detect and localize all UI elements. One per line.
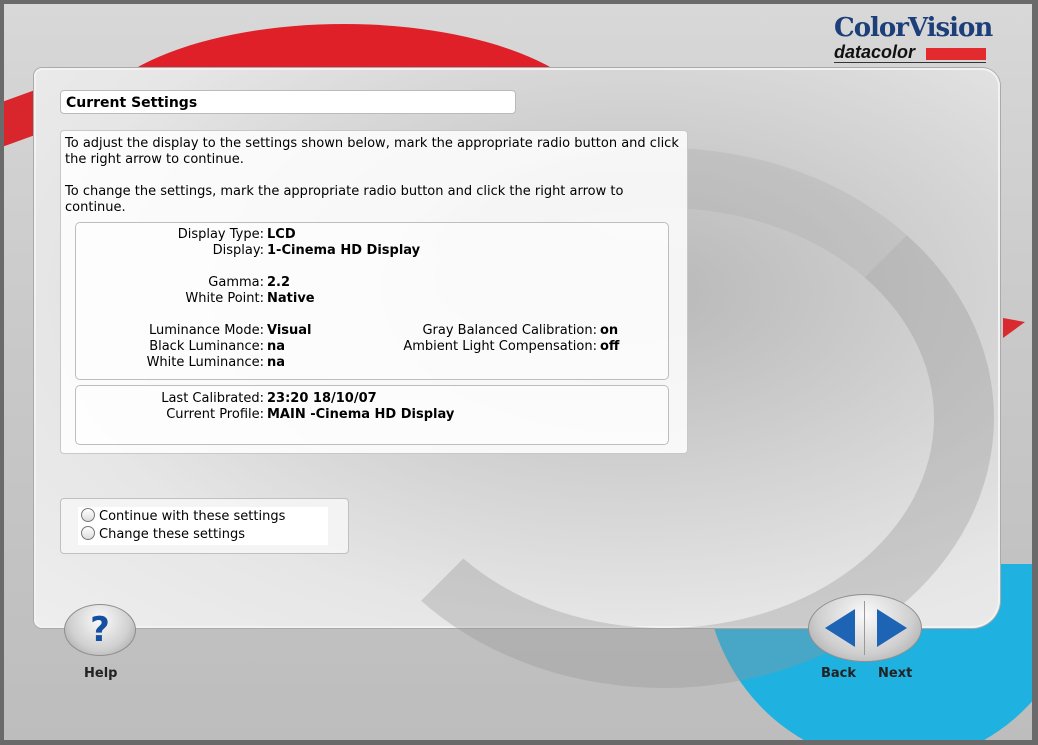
- intro-paragraph-2: To change the settings, mark the appropr…: [65, 184, 624, 215]
- help-icon: ?: [90, 610, 110, 650]
- help-button[interactable]: ?: [64, 604, 136, 656]
- decorative-side-mark: [1003, 318, 1025, 338]
- logo-brand: ColorVision: [834, 13, 993, 43]
- settings-summary: Display Type: LCD Display: 1-Cinema HD D…: [75, 222, 669, 380]
- radio-change-settings[interactable]: Change these settings: [81, 526, 245, 544]
- logo-underline: [834, 62, 986, 63]
- radio-circle-icon[interactable]: [81, 526, 95, 540]
- colorvision-logo: ColorVision datacolor: [834, 13, 994, 63]
- nav-divider: [864, 601, 865, 655]
- page-title: Current Settings: [60, 90, 516, 114]
- radio-continue-settings[interactable]: Continue with these settings: [81, 508, 285, 526]
- radio-change-label: Change these settings: [99, 527, 245, 542]
- settings-container: To adjust the display to the settings sh…: [60, 130, 688, 454]
- back-button-label[interactable]: Back: [821, 666, 856, 681]
- radio-continue-label: Continue with these settings: [99, 509, 286, 524]
- settings-choice-group: Continue with these settings Change thes…: [60, 498, 349, 554]
- intro-text: To adjust the display to the settings sh…: [65, 136, 680, 232]
- logo-sub: datacolor: [834, 42, 916, 62]
- next-button-label[interactable]: Next: [878, 666, 912, 681]
- next-arrow-icon[interactable]: [877, 609, 907, 647]
- logo-red-bar: [926, 48, 986, 60]
- navigation-buttons: [808, 594, 922, 662]
- intro-paragraph-1: To adjust the display to the settings sh…: [65, 136, 679, 167]
- calibration-summary: Last Calibrated: 23:20 18/10/07 Current …: [75, 385, 669, 445]
- radio-circle-icon[interactable]: [81, 508, 95, 522]
- help-label: Help: [84, 666, 118, 681]
- back-arrow-icon[interactable]: [825, 609, 855, 647]
